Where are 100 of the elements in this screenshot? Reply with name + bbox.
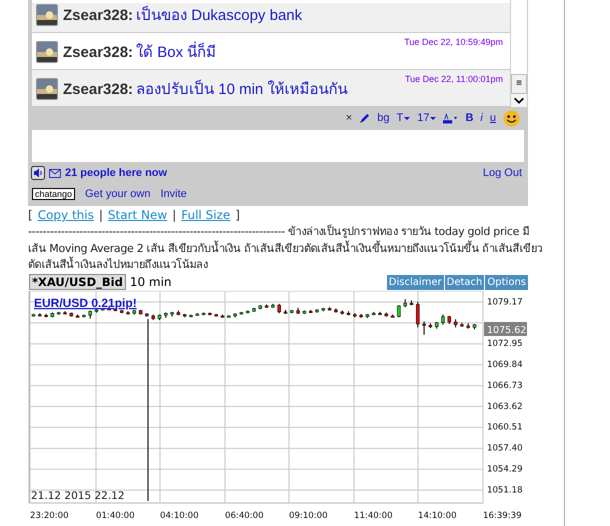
page-link[interactable]: Copy this (38, 207, 94, 223)
candlestick (328, 306, 332, 311)
chart-button[interactable]: Disclaimer (386, 274, 444, 290)
scroll-down-icon[interactable] (511, 94, 527, 107)
underline-button[interactable]: u (490, 112, 496, 124)
candlestick (258, 304, 262, 310)
message-input[interactable] (32, 130, 524, 162)
candlestick (290, 308, 294, 314)
candlestick (403, 298, 407, 308)
menu-button[interactable]: ≡ (511, 74, 527, 94)
candlestick (466, 322, 470, 329)
candlestick (44, 312, 48, 318)
time-label: 09:10:00 (289, 510, 328, 520)
mail-icon[interactable] (49, 168, 61, 178)
candlestick (390, 314, 394, 318)
current-price-tag: 1075.62 (484, 322, 527, 336)
font-dropdown[interactable]: T (396, 112, 410, 124)
spread-link[interactable]: EUR/USD 0.21pip! (34, 296, 137, 310)
separator: [ (28, 207, 33, 223)
candlestick (322, 306, 326, 312)
price-label: 1051.18 (487, 484, 523, 495)
people-count-link[interactable]: 21 people here now (65, 167, 168, 179)
candlestick (296, 306, 300, 314)
candlestick (448, 314, 452, 324)
price-label: 1063.62 (487, 401, 523, 412)
candlestick (76, 314, 80, 318)
candlestick (176, 310, 180, 316)
logout-link[interactable]: Log Out (482, 167, 522, 179)
bold-button[interactable]: B (465, 112, 474, 124)
message-time: Tue Dec 22, 10:59:49pm (404, 37, 503, 47)
candlestick (56, 310, 60, 315)
candlestick (151, 314, 155, 320)
background-button[interactable]: bg (377, 112, 390, 124)
time-label: 01:40:00 (96, 510, 135, 520)
candlestick (441, 314, 445, 325)
candlestick (397, 304, 401, 318)
candlestick (170, 310, 174, 317)
candlestick (252, 306, 256, 312)
candlestick (472, 323, 476, 330)
candlestick (158, 314, 162, 320)
candlestick (233, 312, 237, 318)
message-text: เป็นของ Dukascopy bank (136, 4, 302, 26)
candlestick (384, 312, 388, 317)
page-link[interactable]: Start New (108, 207, 168, 223)
candlestick (264, 304, 268, 308)
price-label: 1072.95 (487, 338, 523, 349)
candlestick (277, 302, 281, 314)
period-label: 10 min (130, 275, 172, 289)
time-label: 16:39:39 (483, 510, 522, 520)
chart-button[interactable]: Detach (444, 274, 484, 290)
separator: | (172, 207, 176, 223)
candlestick (340, 310, 344, 315)
candlestick (94, 308, 98, 313)
candlestick (214, 312, 218, 317)
candlestick (308, 308, 312, 313)
candlestick (284, 308, 288, 314)
candlestick (428, 322, 432, 328)
candlestick (88, 310, 92, 319)
candlestick (101, 306, 105, 311)
candlestick (227, 314, 231, 318)
candlestick (63, 310, 67, 314)
chart-button[interactable]: Options (485, 274, 528, 290)
candlestick (220, 314, 224, 318)
candlestick (346, 310, 350, 316)
candlestick (164, 312, 168, 318)
candlestick (378, 310, 382, 315)
price-label: 1079.17 (487, 296, 523, 307)
username: Zsear328: (63, 44, 134, 60)
candlestick (359, 312, 363, 318)
price-label: 1054.29 (487, 464, 523, 474)
time-label: 06:40:00 (225, 510, 264, 520)
candlestick (38, 312, 42, 316)
time-label: 11:40:00 (354, 510, 393, 520)
candlestick (246, 310, 250, 314)
speaker-icon[interactable] (31, 166, 45, 180)
time-label: 23:20:00 (30, 510, 69, 520)
font-color-icon[interactable] (443, 112, 458, 124)
message-text: ใด้ Box นี่ก็มี (136, 40, 216, 64)
candlestick (334, 308, 338, 313)
chatango-logo[interactable]: chatango (32, 188, 76, 200)
instrument-label: *XAU/USD_Bid (29, 274, 126, 290)
clear-button[interactable]: × (346, 112, 352, 124)
time-label: 04:10:00 (160, 510, 199, 520)
italic-button[interactable]: i (480, 112, 483, 124)
candlestick (410, 299, 414, 306)
candlestick (416, 300, 420, 328)
scrollbar[interactable]: ≡ (510, 0, 527, 107)
footer-link[interactable]: Get your own (85, 188, 150, 200)
font-dropdown[interactable]: 17 (417, 112, 436, 124)
username: Zsear328: (63, 80, 134, 98)
price-label: 1060.51 (487, 422, 523, 432)
pen-icon[interactable] (359, 112, 370, 124)
price-label: 1069.84 (487, 360, 523, 370)
smiley-icon[interactable] (503, 110, 520, 126)
candlestick (372, 310, 376, 316)
footer-link[interactable]: Invite (160, 188, 187, 200)
candlestick (454, 318, 458, 328)
page-link[interactable]: Full Size (181, 207, 230, 223)
candlestick (114, 308, 118, 312)
description-text: ---------------------------------------------------------------------- ข้างล่างเป็นรูปกราฟทอง รายวัน today gold price มีเส้น Moving Average 2 เส้น สีเขียวกับน้ำเงิน ถ้าเส้นสีเขียวตัดเส้นสีน้ำเงินขึ้นหมายถึงแนวโน้มขึ้น ถ้าเส้นสีเขียวตัดเส้นสีน้ำเงินลงไปหมายถึงแนวโน้มลง (28, 224, 543, 273)
